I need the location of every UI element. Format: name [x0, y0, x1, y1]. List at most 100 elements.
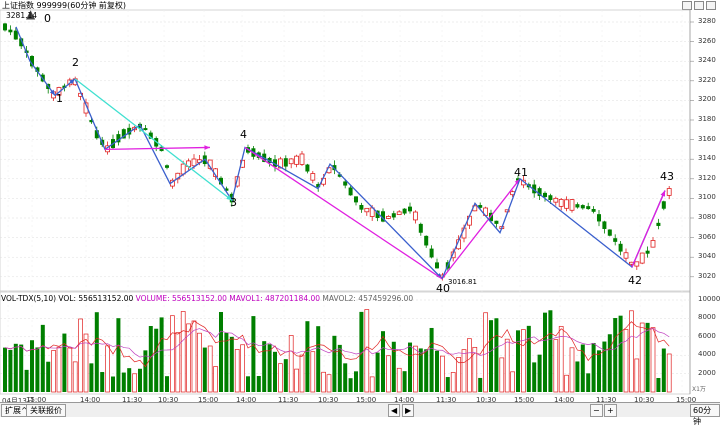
volume-bar: [165, 376, 169, 392]
volume-bar: [288, 335, 294, 393]
volume-bar: [24, 369, 29, 392]
scroll-left-button[interactable]: ◀: [388, 404, 401, 417]
candle: [558, 198, 564, 211]
candle: [116, 130, 121, 146]
wave-label-41: 41: [514, 166, 528, 179]
volume-bar: [207, 345, 213, 393]
volume-bar: [224, 332, 229, 392]
volume-bar: [40, 324, 45, 392]
volume-bar: [408, 342, 412, 392]
volume-unit-label: X1万: [692, 386, 706, 393]
volume-bar: [386, 355, 391, 393]
volume-bar: [396, 367, 402, 393]
volume-bar: [246, 376, 250, 392]
volume-bar: [575, 361, 580, 392]
candle: [111, 134, 115, 150]
volume-bar: [219, 311, 223, 392]
candle: [597, 210, 601, 227]
price-tick-label: 3080: [698, 213, 716, 221]
volume-bar: [321, 371, 326, 393]
price-tick-label: 3240: [698, 56, 716, 65]
candle: [305, 163, 310, 174]
candle: [429, 245, 434, 259]
candle: [645, 246, 650, 258]
price-tick-label: 3180: [698, 115, 716, 123]
bottom-bar: 扩展^ 关联报价 60分钟 ◀ ▶ − +: [0, 402, 720, 426]
volume-bar: [202, 347, 207, 392]
candle: [435, 258, 439, 269]
volume-bar: [94, 312, 99, 392]
volume-bars: [3, 309, 672, 393]
volume-tick-label: 4000: [698, 350, 716, 359]
volume-tick-label: 10000: [698, 295, 720, 303]
wave-label-42: 42: [628, 274, 642, 287]
volume-bar: [553, 339, 559, 393]
volume-bar: [100, 372, 105, 392]
volume-bar: [283, 359, 288, 392]
volume-bar: [435, 350, 439, 392]
volume-bar: [67, 347, 73, 393]
candle: [666, 186, 672, 200]
volume-bar: [548, 310, 553, 392]
volume-bar: [591, 342, 596, 392]
volume-bar: [413, 345, 418, 393]
candle: [288, 158, 294, 169]
candles: [3, 22, 672, 281]
scroll-right-button[interactable]: ▶: [402, 404, 415, 417]
wave-line: [104, 146, 211, 151]
volume-bar: [78, 318, 83, 393]
candle: [661, 200, 666, 211]
candle: [402, 208, 407, 216]
candle: [412, 210, 418, 224]
zoom-in-button[interactable]: +: [604, 404, 617, 417]
volume-bar: [3, 347, 7, 392]
volume-bar: [72, 361, 78, 393]
volume-bar: [586, 373, 591, 392]
volume-bar: [305, 321, 310, 392]
wave-label-4: 4: [240, 128, 247, 141]
volume-bar: [634, 358, 640, 393]
volume-tick-label: 6000: [698, 331, 716, 340]
volume-bar: [251, 316, 256, 392]
volume-bar: [510, 371, 515, 393]
volume-bar: [116, 318, 121, 392]
volume-bar: [516, 330, 520, 392]
volume-bar: [143, 350, 148, 392]
volume-bar: [375, 352, 380, 392]
tab-related-quotes[interactable]: 关联报价: [26, 404, 66, 417]
volume-bar: [618, 315, 623, 392]
volume-bar: [478, 377, 483, 392]
volume-bar: [278, 363, 283, 393]
price-panel-frame: [0, 9, 691, 292]
candle: [607, 229, 612, 237]
volume-bar: [262, 341, 267, 392]
candle: [656, 218, 661, 230]
volume-bar: [354, 371, 358, 392]
volume-bar: [348, 378, 353, 392]
candle: [591, 206, 596, 214]
volume-bar: [111, 376, 115, 392]
candle: [299, 150, 305, 167]
volume-bar: [197, 332, 202, 393]
candle: [385, 215, 391, 220]
kline-chart[interactable]: [0, 0, 720, 416]
indicator-name[interactable]: VOL-TDX(5,10): [1, 294, 56, 303]
volume-bar: [461, 349, 467, 393]
tab-period[interactable]: 60分钟: [690, 404, 720, 426]
volume-bar: [489, 320, 493, 392]
volume-bar: [19, 344, 24, 392]
price-tick-label: 3060: [698, 232, 716, 241]
volume-bar: [127, 368, 132, 392]
volume-bar: [138, 368, 142, 392]
wave-label-2: 2: [72, 56, 79, 69]
volume-bar: [499, 357, 505, 393]
volume-bar: [62, 333, 67, 392]
candle: [418, 222, 423, 236]
candle: [553, 196, 559, 206]
volume-bar: [229, 336, 234, 392]
volume-bar: [521, 329, 526, 393]
volume-bar: [569, 347, 575, 393]
candle: [143, 125, 148, 131]
zoom-out-button[interactable]: −: [590, 404, 603, 417]
wave-label-3: 3: [230, 196, 237, 209]
